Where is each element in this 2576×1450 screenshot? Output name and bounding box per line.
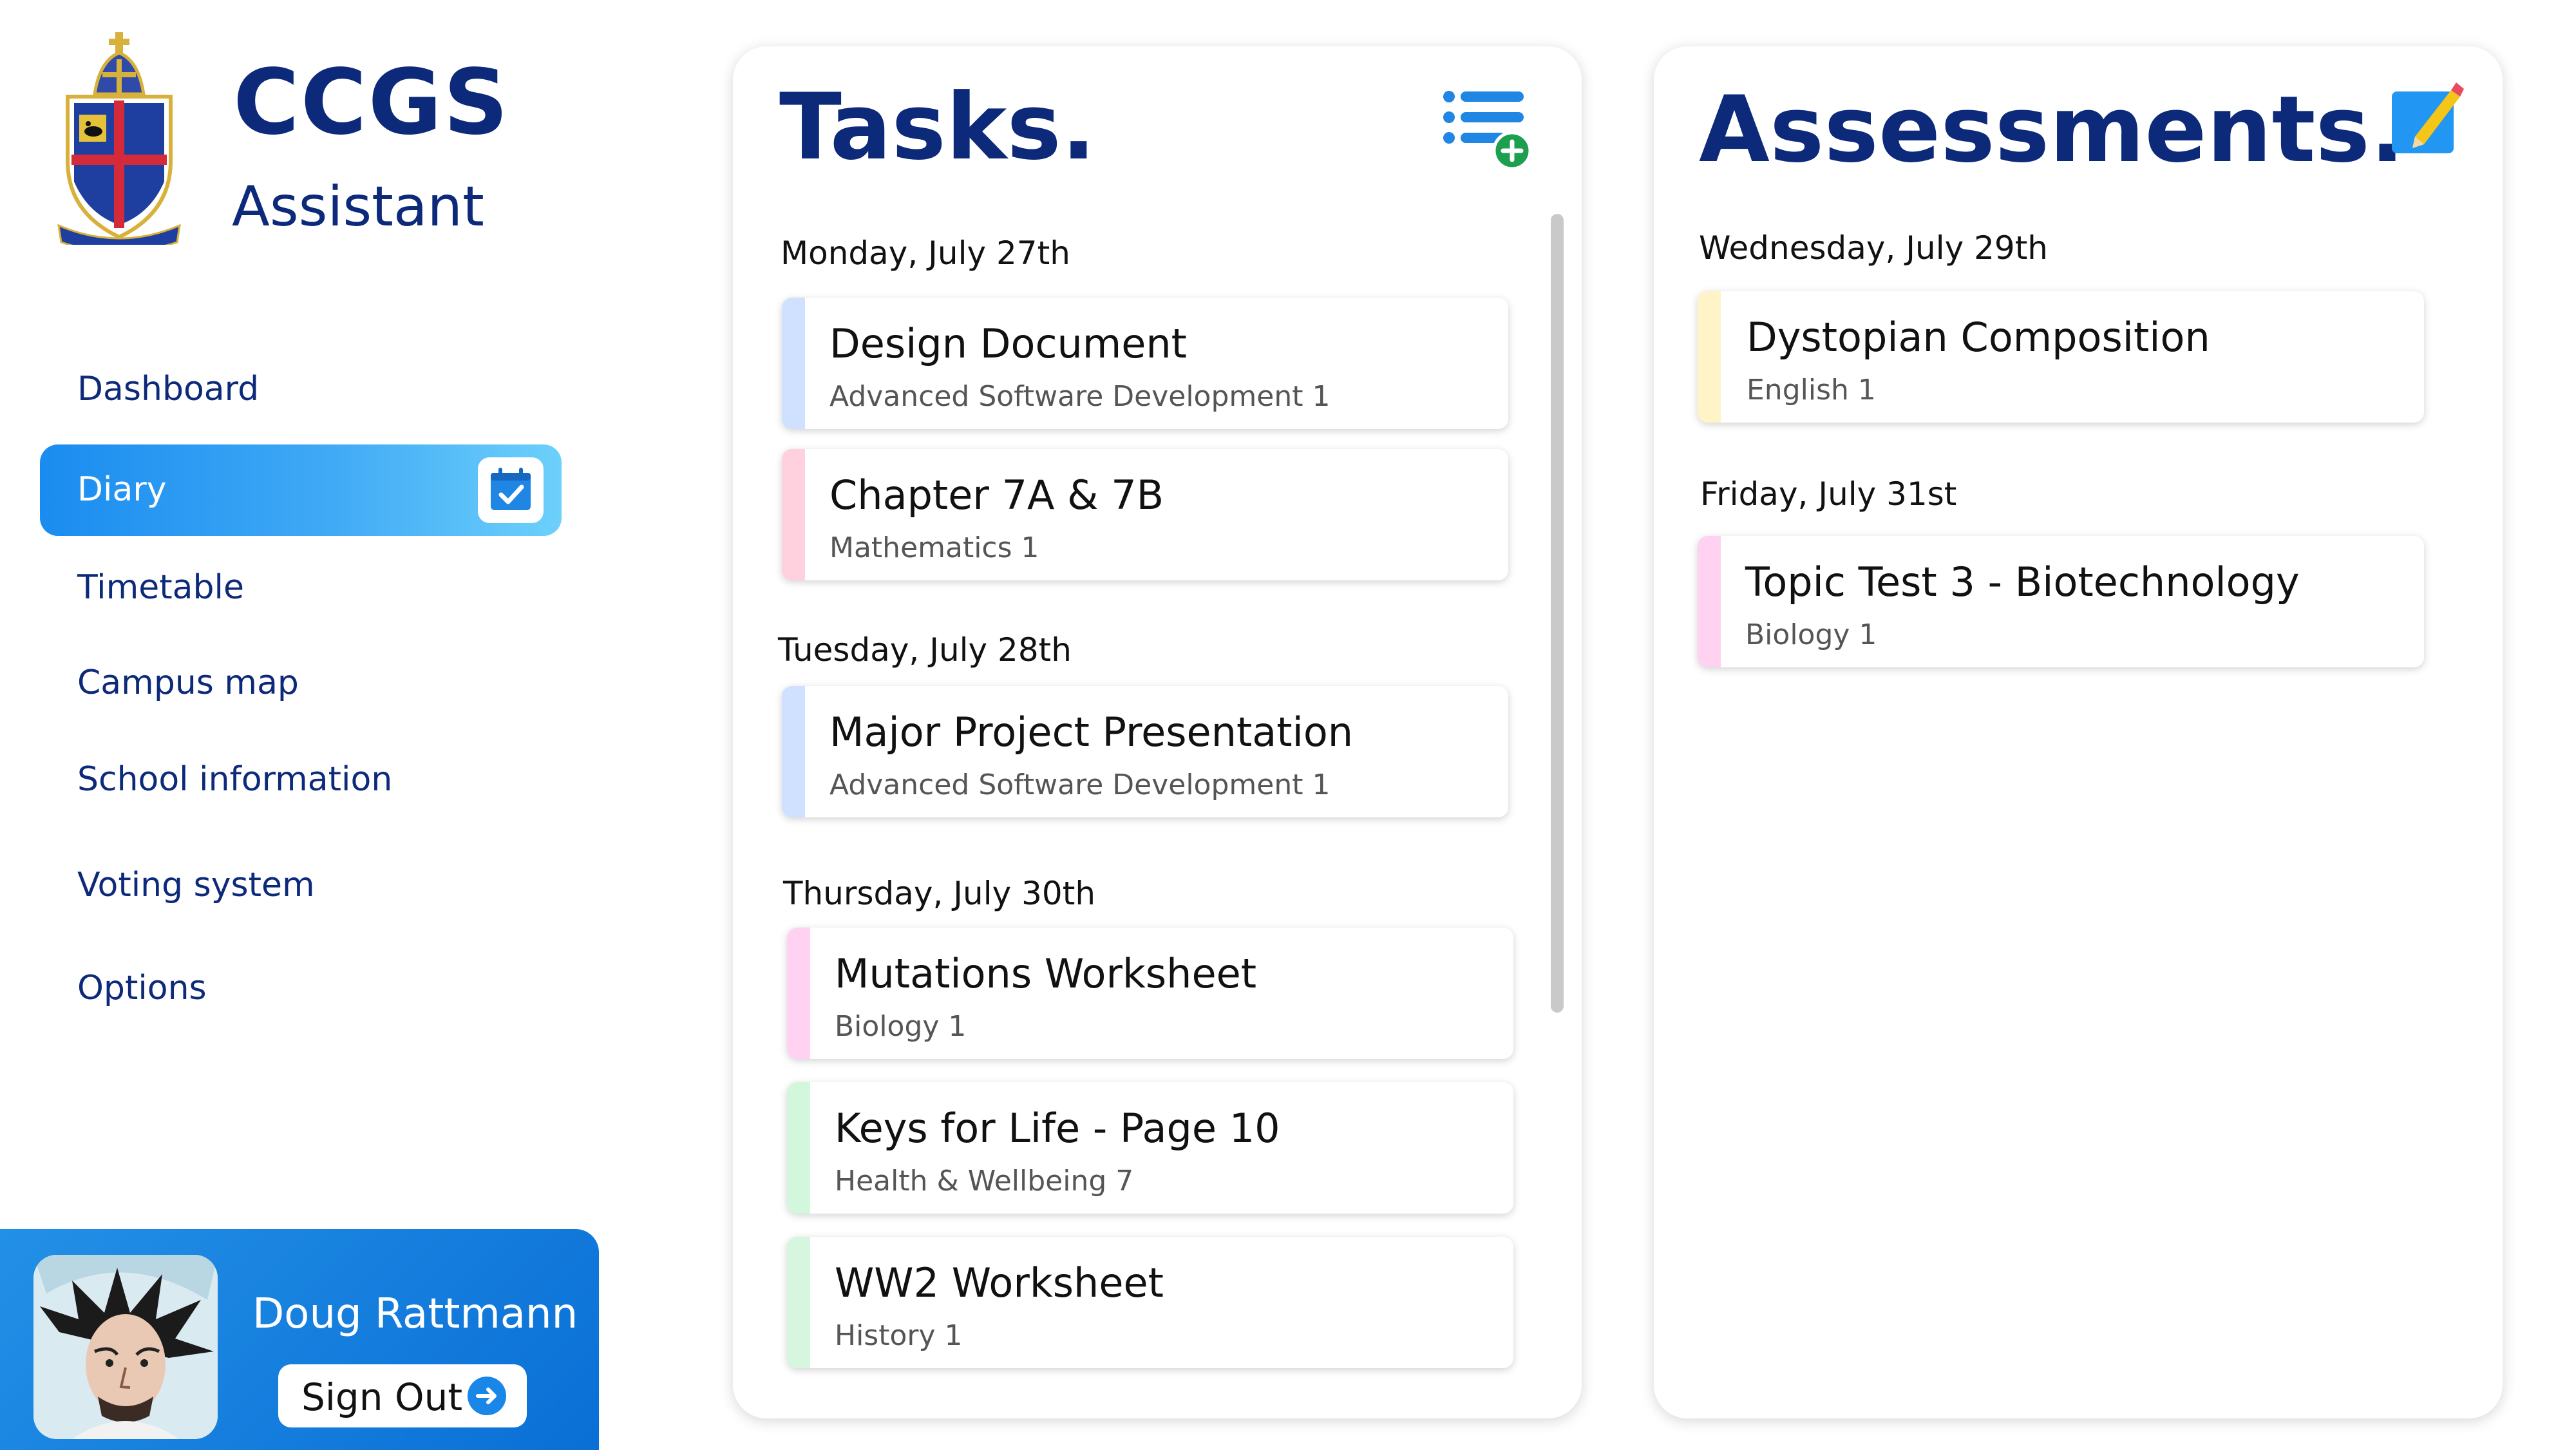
task-card[interactable]: Chapter 7A & 7B Mathematics 1 [782, 449, 1508, 580]
day-heading: Monday, July 27th [781, 234, 1070, 272]
sidebar-item-dashboard[interactable]: Dashboard [77, 372, 259, 406]
user-profile-card: Doug Rattmann Sign Out [0, 1229, 599, 1450]
sidebar-item-voting-system[interactable]: Voting system [77, 868, 315, 902]
task-title: Mutations Worksheet [835, 950, 1257, 997]
sidebar-item-diary[interactable]: Diary [40, 444, 562, 536]
task-title: Major Project Presentation [829, 709, 1354, 756]
task-title: WW2 Worksheet [835, 1259, 1164, 1306]
task-card[interactable]: Mutations Worksheet Biology 1 [787, 928, 1513, 1059]
school-crest-logo [55, 32, 184, 253]
day-heading: Wednesday, July 29th [1699, 229, 2048, 267]
sign-out-button[interactable]: Sign Out [278, 1364, 527, 1427]
assessment-title: Topic Test 3 - Biotechnology [1745, 558, 2300, 606]
tasks-title: Tasks. [779, 74, 1096, 180]
assessment-card[interactable]: Dystopian Composition English 1 [1698, 291, 2424, 423]
edit-note-icon[interactable] [2389, 77, 2465, 157]
assessment-card[interactable]: Topic Test 3 - Biotechnology Biology 1 [1698, 536, 2424, 667]
assessments-title: Assessments. [1699, 77, 2405, 183]
app-subtitle: Assistant [232, 175, 484, 239]
scrollbar[interactable] [1551, 214, 1564, 1013]
assessment-subject: English 1 [1747, 374, 1876, 406]
avatar [33, 1255, 218, 1439]
sidebar-item-campus-map[interactable]: Campus map [77, 666, 299, 700]
task-card[interactable]: Keys for Life - Page 10 Health & Wellbei… [787, 1082, 1513, 1214]
task-card[interactable]: Design Document Advanced Software Develo… [782, 298, 1508, 429]
task-card[interactable]: WW2 Worksheet History 1 [787, 1237, 1513, 1368]
task-subject: Advanced Software Development 1 [829, 380, 1331, 413]
sidebar-item-options[interactable]: Options [77, 971, 207, 1005]
task-subject: Health & Wellbeing 7 [835, 1165, 1134, 1197]
task-subject: Advanced Software Development 1 [829, 768, 1331, 801]
task-subject: Mathematics 1 [829, 531, 1039, 564]
sidebar-item-label: Diary [77, 470, 167, 509]
app-title: CCGS [233, 50, 510, 155]
task-subject: History 1 [835, 1319, 963, 1352]
day-heading: Thursday, July 30th [783, 875, 1096, 912]
assessments-panel: Assessments. Wednesday, July 29th Dystop… [1654, 46, 2503, 1418]
sign-out-label: Sign Out [301, 1375, 463, 1419]
calendar-check-icon [478, 457, 544, 523]
add-list-icon[interactable] [1443, 89, 1532, 171]
assessment-title: Dystopian Composition [1747, 314, 2210, 361]
task-title: Chapter 7A & 7B [829, 472, 1164, 519]
user-name: Doug Rattmann [252, 1290, 578, 1338]
sidebar-item-school-information[interactable]: School information [77, 763, 392, 796]
tasks-panel: Tasks. Monday, July 27th Design Document… [733, 46, 1582, 1418]
task-title: Keys for Life - Page 10 [835, 1105, 1280, 1152]
sidebar-item-timetable[interactable]: Timetable [77, 571, 244, 604]
task-subject: Biology 1 [835, 1010, 967, 1043]
day-heading: Friday, July 31st [1700, 475, 1957, 513]
task-card[interactable]: Major Project Presentation Advanced Soft… [782, 686, 1508, 817]
task-title: Design Document [829, 320, 1187, 367]
assessment-subject: Biology 1 [1745, 618, 1877, 651]
arrow-right-circle-icon [468, 1377, 506, 1415]
day-heading: Tuesday, July 28th [778, 631, 1072, 669]
